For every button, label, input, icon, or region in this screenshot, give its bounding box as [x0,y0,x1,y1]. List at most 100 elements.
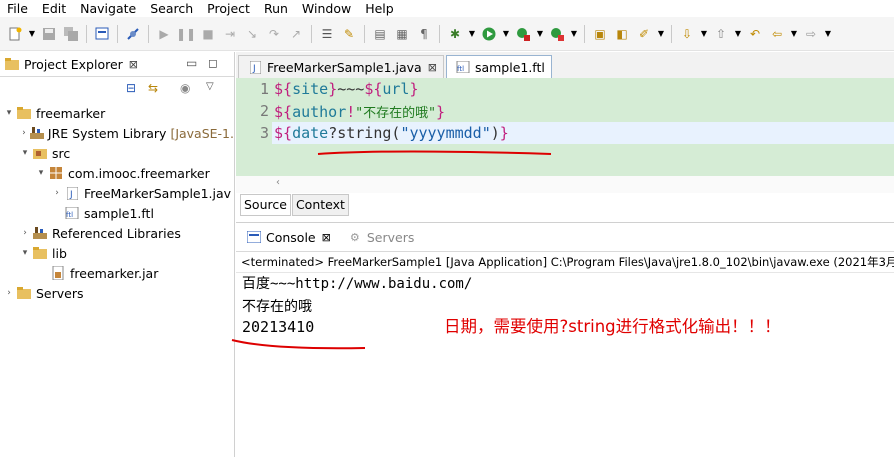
svg-text:J: J [252,64,256,74]
menu-project[interactable]: Project [200,0,257,17]
step-into-icon[interactable]: ↘ [244,26,260,42]
tree-item-lib[interactable]: ▾ lib [0,243,234,263]
dropdown-icon[interactable]: ▼ [469,26,475,42]
forward-icon[interactable]: ⇨ [803,26,819,42]
collapsed-icon[interactable]: › [20,228,30,238]
prev-annotation-icon[interactable]: ⇧ [713,26,729,42]
terminate-icon[interactable]: ■ [200,26,216,42]
menu-file[interactable]: File [0,0,35,17]
external-tools-icon[interactable] [549,26,565,42]
step-return-icon[interactable]: ↗ [288,26,304,42]
coverage-icon[interactable] [515,26,531,42]
close-icon[interactable]: ⊠ [129,58,138,71]
menu-navigate[interactable]: Navigate [73,0,143,17]
new-package-icon[interactable]: ▣ [592,26,608,42]
suspend-icon[interactable]: ❚❚ [176,26,196,42]
expanded-icon[interactable]: ▾ [20,248,30,258]
tab-console[interactable]: Console ⊠ [244,230,331,245]
tree-item-jar[interactable]: freemarker.jar [0,263,234,283]
code-line-2: ${author!"不存在的哦"} [274,103,445,121]
block-select-icon[interactable]: ▤ [372,26,388,42]
console-view-icon[interactable] [94,26,110,42]
collapsed-icon[interactable]: › [20,128,28,138]
dropdown-icon[interactable]: ▼ [658,26,664,42]
console-icon [246,230,262,244]
maximize-icon[interactable]: ◻ [208,56,218,70]
library-icon [29,126,44,140]
console-tabs: Console ⊠ ⚙ Servers [236,223,894,252]
dropdown-icon[interactable]: ▼ [791,26,797,42]
horizontal-scrollbar[interactable]: ‹ [236,176,894,193]
search-icon[interactable]: ✐ [636,26,652,42]
close-icon[interactable]: ⊠ [322,231,331,244]
tab-ftl-file[interactable]: ftl sample1.ftl [445,55,552,78]
folder-icon [32,246,48,260]
menu-run[interactable]: Run [257,0,295,17]
dropdown-icon[interactable]: ▼ [701,26,707,42]
tab-source[interactable]: Source [240,194,291,216]
collapsed-icon[interactable]: › [52,188,62,198]
run-icon[interactable] [481,26,497,42]
tab-servers[interactable]: ⚙ Servers [345,229,415,245]
save-all-icon[interactable] [63,26,79,42]
tree-item-ref-libs[interactable]: › Referenced Libraries [0,223,234,243]
tree-label: lib [52,245,67,261]
tab-label: Servers [366,229,415,245]
link-editor-icon[interactable]: ⇆ [148,81,158,95]
tree-item-jre[interactable]: › JRE System Library [JavaSE-1. [0,123,234,143]
back-icon[interactable]: ⇦ [769,26,785,42]
expanded-icon[interactable]: ▾ [36,168,46,178]
skip-breakpoints-icon[interactable] [125,26,141,42]
folder-icon [16,286,32,300]
package-icon [48,166,64,180]
toggle-mark-icon[interactable]: ✎ [341,26,357,42]
tree-item-ftl-file[interactable]: ftl sample1.ftl [0,203,234,223]
menu-window[interactable]: Window [295,0,358,17]
focus-icon[interactable]: ◉ [180,81,190,95]
editor-pane: J FreeMarkerSample1.java ⊠ ftl sample1.f… [236,52,894,222]
collapse-all-icon[interactable]: ⊟ [126,81,136,95]
scroll-left-icon[interactable]: ‹ [276,177,280,188]
dropdown-icon[interactable]: ▼ [29,26,35,42]
dropdown-icon[interactable]: ▼ [825,26,831,42]
expanded-icon[interactable]: ▾ [20,148,30,158]
tab-java-file[interactable]: J FreeMarkerSample1.java ⊠ [238,55,444,78]
menu-help[interactable]: Help [358,0,401,17]
new-icon[interactable] [7,26,23,42]
dropdown-icon[interactable]: ▼ [537,26,543,42]
project-icon [16,106,32,120]
tab-label: Console [266,229,316,245]
close-icon[interactable]: ⊠ [428,61,437,74]
tab-context[interactable]: Context [291,194,349,216]
minimize-icon[interactable]: ▭ [186,56,197,70]
last-edit-icon[interactable]: ↶ [747,26,763,42]
menu-edit[interactable]: Edit [35,0,73,17]
tree-item-project[interactable]: ▾ freemarker [0,103,234,123]
dropdown-icon[interactable]: ▼ [503,26,509,42]
main-toolbar: ▼ ▶ ❚❚ ■ ⇥ ↘ ↷ ↗ ☰ ✎ ▤ ▦ ¶ ✱ ▼ ▼ ▼ ▼ ▣ ◧… [0,17,894,51]
disconnect-icon[interactable]: ⇥ [222,26,238,42]
collapsed-icon[interactable]: › [4,288,14,298]
dropdown-icon[interactable]: ▼ [735,26,741,42]
show-whitespace-icon[interactable]: ¶ [416,26,432,42]
tree-item-package[interactable]: ▾ com.imooc.freemarker [0,163,234,183]
tree-item-src[interactable]: ▾ src [0,143,234,163]
tree-item-servers[interactable]: › Servers [0,283,234,303]
debug-icon[interactable]: ✱ [447,26,463,42]
jar-file-icon [50,266,66,280]
project-explorer-tab[interactable]: Project Explorer ⊠ ▭ ◻ [0,52,234,77]
console-pane: Console ⊠ ⚙ Servers <terminated> FreeMar… [231,222,894,458]
next-annotation-icon[interactable]: ⇩ [679,26,695,42]
word-wrap-icon[interactable]: ▦ [394,26,410,42]
expanded-icon[interactable]: ▾ [4,108,14,118]
format-icon[interactable]: ☰ [319,26,335,42]
tree-item-java-file[interactable]: › J FreeMarkerSample1.jav [0,183,234,203]
resume-icon[interactable]: ▶ [156,26,172,42]
code-editor[interactable]: 1 2 3 ${site}~~~${url} ${author!"不存在的哦"}… [236,78,894,176]
view-menu-icon[interactable]: ▽ [206,81,214,92]
step-over-icon[interactable]: ↷ [266,26,282,42]
open-type-icon[interactable]: ◧ [614,26,630,42]
menu-search[interactable]: Search [143,0,200,17]
save-icon[interactable] [41,26,57,42]
dropdown-icon[interactable]: ▼ [571,26,577,42]
